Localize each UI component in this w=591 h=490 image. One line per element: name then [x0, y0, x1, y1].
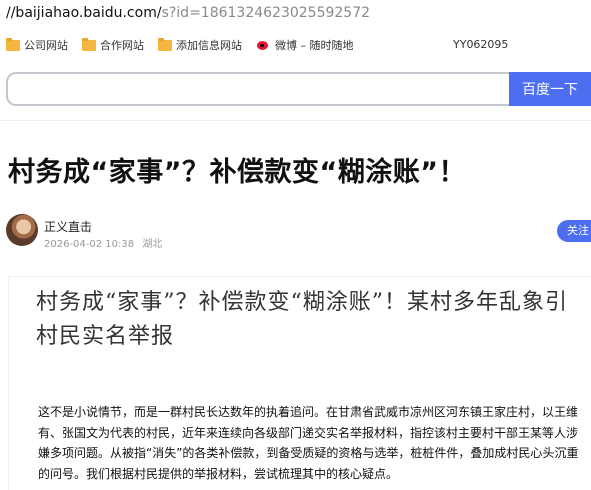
address-bar[interactable]: //baijiahao.baidu.com/s?id=1861324623025…: [0, 0, 591, 30]
bookmark-company-sites[interactable]: 公司网站: [6, 37, 68, 53]
bookmark-label: 公司网站: [24, 39, 68, 52]
url-text[interactable]: //baijiahao.baidu.com/s?id=1861324623025…: [6, 5, 370, 21]
bookmark-label: 添加信息网站: [176, 39, 242, 52]
folder-icon: [158, 37, 172, 51]
bookmark-weibo[interactable]: 微博 – 随时随地: [257, 37, 354, 53]
image-body-text: 这不是小说情节，而是一群村民长达数年的执着追问。在甘肃省武威市凉州区河东镇王家庄…: [38, 405, 579, 481]
bookmark-label: 合作网站: [100, 39, 144, 52]
author-name[interactable]: 正义直击: [44, 218, 92, 235]
publish-datetime: 2026-04-02 10:38: [44, 239, 135, 250]
folder-icon: [6, 37, 20, 51]
avatar[interactable]: [6, 214, 38, 246]
url-path: s?id=1861324623025592572: [161, 5, 371, 21]
search-button[interactable]: 百度一下: [509, 72, 591, 106]
search-bar: 百度一下: [0, 72, 591, 108]
bookmark-add-info-sites[interactable]: 添加信息网站: [158, 37, 242, 53]
header-divider: [0, 120, 591, 121]
publish-location: 湖北: [142, 239, 163, 250]
url-host: //baijiahao.baidu.com/: [6, 5, 162, 21]
user-id-label: YY062095: [453, 38, 509, 51]
bookmark-partner-sites[interactable]: 合作网站: [82, 37, 144, 53]
article-meta: 2026-04-02 10:38 湖北: [44, 235, 167, 250]
article-headline: 村务成“家事”？补偿款变“糊涂账”！: [8, 157, 466, 188]
bookmark-label: 微博 – 随时随地: [275, 39, 354, 52]
folder-icon: [82, 37, 96, 51]
image-title-text: 村务成“家事”？补偿款变“糊涂账”！某村多年乱象引村民实名举报: [36, 290, 568, 349]
follow-button[interactable]: 关注: [557, 220, 591, 242]
weibo-icon: [257, 39, 271, 51]
search-input[interactable]: [6, 72, 509, 106]
